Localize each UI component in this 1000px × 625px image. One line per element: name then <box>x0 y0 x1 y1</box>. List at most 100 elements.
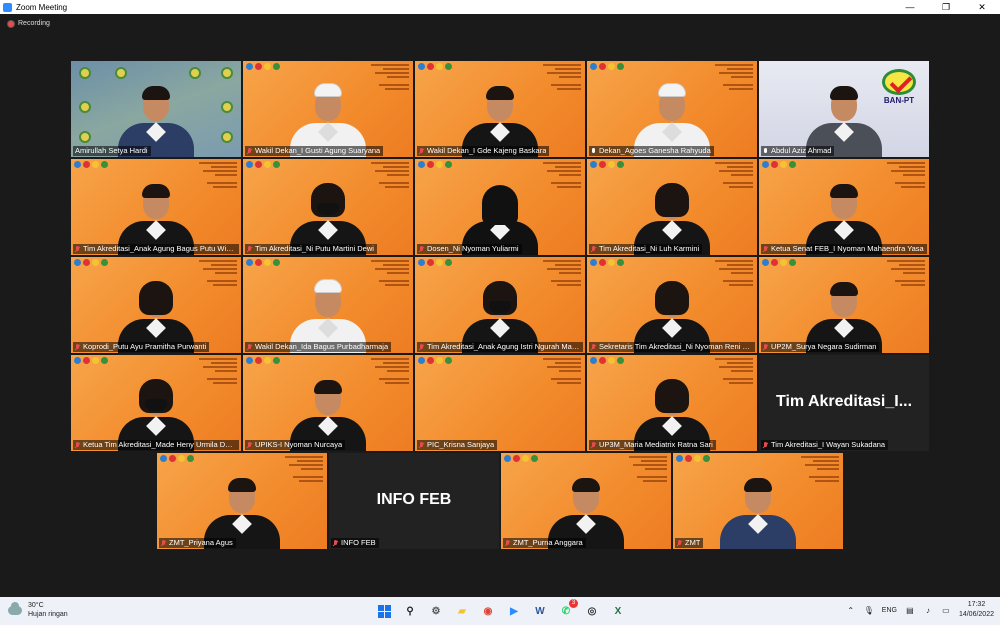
participant-tile[interactable]: ZMT <box>673 453 843 549</box>
participant-tile[interactable]: Wakil Dekan_Ida Bagus Purbadharmaja <box>243 257 413 353</box>
search-icon[interactable]: ⚲ <box>400 601 420 621</box>
minimize-button[interactable]: — <box>892 0 928 14</box>
participant-video <box>288 175 368 255</box>
settings-icon[interactable]: ⚙ <box>426 601 446 621</box>
participant-tile[interactable]: Tim Akreditasi_Anak Agung Istri Ngurah M… <box>415 257 585 353</box>
chevron-up-icon[interactable]: ⌃ <box>846 605 856 615</box>
participant-tile[interactable]: Koprodi_Putu Ayu Pramitha Purwanti <box>71 257 241 353</box>
participant-name-label: UPIKS-I Nyoman Nurcaya <box>245 440 346 450</box>
chrome-icon[interactable]: ◉ <box>478 601 498 621</box>
recording-label: Recording <box>18 20 50 27</box>
close-button[interactable]: ✕ <box>964 0 1000 14</box>
windows-start-icon[interactable] <box>374 601 394 621</box>
microphone-muted-icon <box>75 245 80 253</box>
virtual-background-logos <box>160 455 194 462</box>
word-icon[interactable]: W <box>530 601 550 621</box>
participant-tile[interactable]: UP3M_Maria Mediatrix Ratna Sari <box>587 355 757 451</box>
weather-temp: 30°C <box>28 602 44 609</box>
participant-tile[interactable]: INFO FEB INFO FEB <box>329 453 499 549</box>
whatsapp-icon[interactable]: ✆ 3 <box>556 599 578 621</box>
participant-tile[interactable]: BAN-PT Abdul Aziz Ahmad <box>759 61 929 157</box>
virtual-background-logos <box>418 259 452 266</box>
taskbar-clock[interactable]: 17:32 14/06/2022 <box>959 600 994 620</box>
institution-logo-icon <box>79 101 91 113</box>
participant-name: Abdul Aziz Ahmad <box>771 146 832 155</box>
participant-tile[interactable]: Dosen_Ni Nyoman Yuliarmi <box>415 159 585 255</box>
volume-icon[interactable]: ♪ <box>923 605 933 615</box>
microphone-muted-icon <box>677 539 682 547</box>
excel-icon[interactable]: X <box>608 601 628 621</box>
participant-tile[interactable]: Tim Akreditasi_Anak Agung Bagus Putu Wid… <box>71 159 241 255</box>
restore-button[interactable]: ❐ <box>928 0 964 14</box>
participant-tile[interactable]: Ketua Senat FEB_I Nyoman Mahaendra Yasa <box>759 159 929 255</box>
participant-tile[interactable]: Wakil Dekan_I Gde Kajeng Baskara <box>415 61 585 157</box>
virtual-background-logos <box>590 63 624 70</box>
participant-name: UP3M_Maria Mediatrix Ratna Sari <box>599 440 713 449</box>
participant-video <box>288 371 368 451</box>
battery-icon[interactable]: ▭ <box>941 605 951 615</box>
participant-video <box>460 273 540 353</box>
participant-tile[interactable]: UPIKS-I Nyoman Nurcaya <box>243 355 413 451</box>
participant-video <box>460 175 540 255</box>
virtual-background-logos <box>246 161 280 168</box>
participant-tile[interactable]: UP2M_Surya Negara Sudirman <box>759 257 929 353</box>
microphone-muted-icon <box>419 441 424 449</box>
search-icon-glyph: ⚲ <box>406 605 414 617</box>
participant-tile[interactable]: Amirullah Setya Hardi <box>71 61 241 157</box>
participant-name-label: Koprodi_Putu Ayu Pramitha Purwanti <box>73 342 210 352</box>
microphone-muted-icon <box>763 343 768 351</box>
participant-tile[interactable]: ZMT_Priyana Agus <box>157 453 327 549</box>
institution-logo-icon <box>79 131 91 143</box>
participant-name: Koprodi_Putu Ayu Pramitha Purwanti <box>83 342 207 351</box>
microphone-muted-icon <box>333 539 338 547</box>
participant-name-label: Ketua Tim Akreditasi_Made Heny Urmila De… <box>73 440 239 450</box>
participant-tile[interactable]: Dekan_Agoes Ganesha Rahyuda <box>587 61 757 157</box>
participant-tile[interactable]: Tim Akreditasi_Ni Luh Karmini <box>587 159 757 255</box>
microphone-icon[interactable]: 🎙 <box>864 605 874 615</box>
participant-tile[interactable]: PIC_Krisna Sanjaya <box>415 355 585 451</box>
participant-name: Wakil Dekan_I Gde Kajeng Baskara <box>427 146 547 155</box>
system-tray: ⌃ 🎙 ENG ▤ ♪ ▭ 17:32 14/06/2022 <box>846 600 994 620</box>
participant-name-label: Wakil Dekan_I Gusti Agung Suaryana <box>245 146 384 156</box>
virtual-background-logos <box>504 455 538 462</box>
participant-tile[interactable]: Sekretaris Tim Akreditasi_Ni Nyoman Reni… <box>587 257 757 353</box>
weather-desc: Hujan ringan <box>28 611 68 618</box>
virtual-background-logos <box>418 63 452 70</box>
windows-taskbar: 30°C Hujan ringan ⚲ ⚙ ▰ ◉ ▶ W ✆ 3 ◎ X ⌃ 🎙 ENG ▤ ♪… <box>0 597 1000 625</box>
settings-icon-glyph: ⚙ <box>431 605 441 617</box>
network-icon[interactable]: ▤ <box>905 605 915 615</box>
weather-widget[interactable]: 30°C Hujan ringan <box>8 601 68 619</box>
microphone-muted-icon <box>161 539 166 547</box>
participant-tile[interactable]: Wakil Dekan_I Gusti Agung Suaryana <box>243 61 413 157</box>
zoom-icon[interactable]: ▶ <box>504 601 524 621</box>
participant-name: Wakil Dekan_I Gusti Agung Suaryana <box>255 146 381 155</box>
virtual-background-logos <box>590 259 624 266</box>
participant-tile[interactable]: ZMT_Purna Anggara <box>501 453 671 549</box>
recording-indicator[interactable]: Recording <box>8 20 50 27</box>
participant-video <box>804 77 884 157</box>
participant-name: Amirullah Setya Hardi <box>75 146 148 155</box>
camera-icon[interactable]: ◎ <box>582 601 602 621</box>
participant-name-label: ZMT_Purna Anggara <box>503 538 586 548</box>
participant-tile[interactable]: Ketua Tim Akreditasi_Made Heny Urmila De… <box>71 355 241 451</box>
camera-icon-glyph: ◎ <box>587 605 597 617</box>
participant-video <box>116 77 196 157</box>
participant-display-name: INFO FEB <box>376 491 452 508</box>
participant-video <box>546 469 626 549</box>
institution-logo-icon <box>221 67 233 79</box>
virtual-background-logos <box>74 357 108 364</box>
language-indicator[interactable]: ENG <box>882 607 897 614</box>
window-title: Zoom Meeting <box>16 2 68 12</box>
participant-tile[interactable]: Tim Akreditasi_Ni Putu Martini Dewi <box>243 159 413 255</box>
participant-name-label: PIC_Krisna Sanjaya <box>417 440 498 450</box>
participant-tile[interactable]: Tim Akreditasi_I... Tim Akreditasi_I Waya… <box>759 355 929 451</box>
file-explorer-icon[interactable]: ▰ <box>452 601 472 621</box>
participant-name-label: Wakil Dekan_Ida Bagus Purbadharmaja <box>245 342 392 352</box>
virtual-background-logos <box>590 161 624 168</box>
participant-video <box>804 175 884 255</box>
word-icon-glyph: W <box>535 605 545 617</box>
zoom-app-icon <box>3 2 12 12</box>
participant-video <box>718 469 798 549</box>
participant-video <box>632 77 712 157</box>
virtual-background-logos <box>676 455 710 462</box>
